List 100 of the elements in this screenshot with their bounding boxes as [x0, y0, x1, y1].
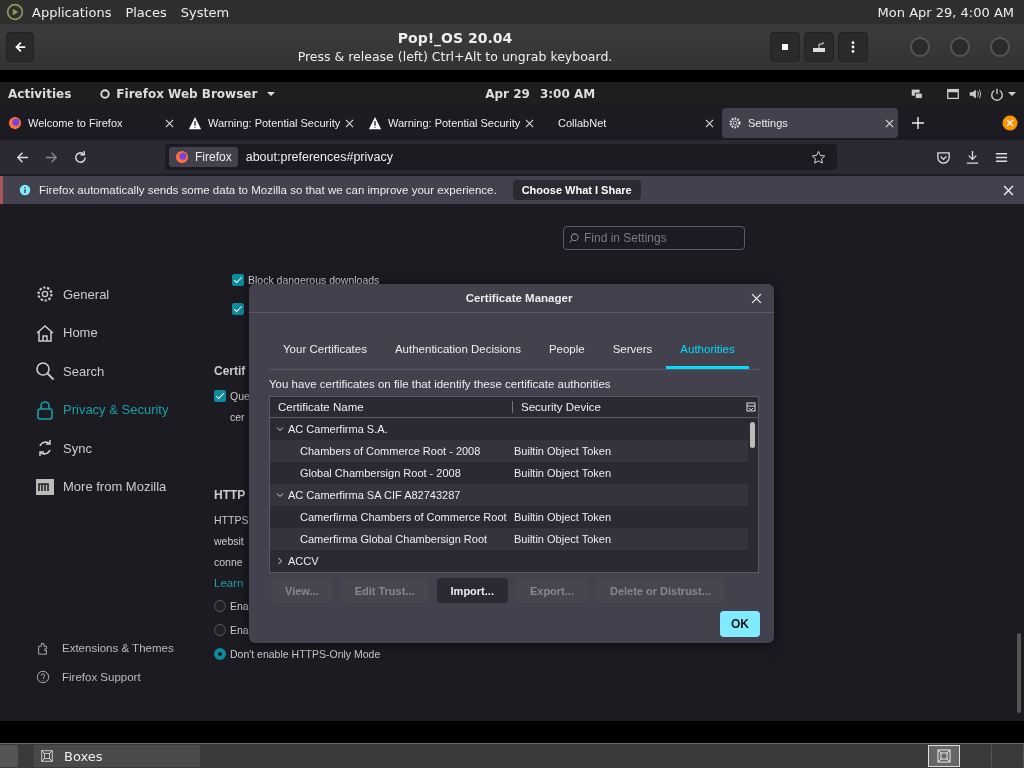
- close-icon[interactable]: [885, 118, 894, 128]
- home-icon: [35, 322, 55, 343]
- clock-date[interactable]: Apr 29: [485, 87, 530, 101]
- close-icon[interactable]: [705, 118, 714, 128]
- keyboard-icon: [811, 39, 827, 55]
- radio-button[interactable]: [214, 624, 226, 636]
- section-heading: Certif: [214, 364, 246, 378]
- app-menu[interactable]: Firefox Web Browser: [116, 87, 258, 101]
- taskbar-window-button[interactable]: Boxes: [34, 745, 200, 767]
- paragraph-line: HTTPS: [214, 513, 249, 528]
- close-icon[interactable]: [525, 118, 534, 128]
- new-tab-icon[interactable]: [912, 117, 924, 129]
- chevron-icon[interactable]: [276, 425, 284, 433]
- menu-button[interactable]: [838, 32, 868, 62]
- sidebar-link[interactable]: Extensions & Themes: [0, 633, 214, 662]
- browser-tab[interactable]: Warning: Potential Security: [362, 108, 538, 138]
- close-icon[interactable]: [751, 292, 762, 304]
- dialog-button[interactable]: Import...: [436, 578, 508, 603]
- table-cell-text: Camerfirma Chambers of Commerce Root: [299, 511, 508, 523]
- search-icon: [568, 232, 580, 244]
- column-header[interactable]: Security Device: [513, 401, 746, 413]
- sidebar-item[interactable]: General: [0, 275, 214, 314]
- browser-tab[interactable]: Welcome to Firefox: [2, 108, 178, 138]
- browser-tab[interactable]: Warning: Potential Security: [182, 108, 358, 138]
- scrollbar-thumb[interactable]: [750, 422, 755, 448]
- clock-time[interactable]: 3:00 AM: [539, 87, 696, 101]
- activities-button[interactable]: Activities: [8, 87, 72, 101]
- checkbox[interactable]: [232, 274, 244, 286]
- sidebar-label: Privacy & Security: [63, 402, 169, 418]
- panel-clock: Mon Apr 29, 4:00 AM: [877, 4, 1014, 20]
- table-cell-text: Camerfirma Global Chambersign Root: [299, 533, 489, 545]
- dialog-tab[interactable]: Authorities: [666, 331, 749, 369]
- panel-menu[interactable]: Applications: [32, 4, 112, 20]
- radio-label: Ena: [230, 622, 249, 638]
- paragraph-line: websit: [214, 534, 244, 549]
- sidebar-item[interactable]: Search: [0, 352, 214, 391]
- identity-badge[interactable]: Firefox: [169, 147, 238, 167]
- chevron-icon[interactable]: [276, 491, 284, 499]
- panel-menu[interactable]: System: [180, 4, 230, 20]
- table-cell: Builtin Object Token: [514, 533, 612, 545]
- power-icon[interactable]: [990, 87, 1004, 101]
- table-cell-text: Chambers of Commerce Root - 2008: [299, 445, 482, 457]
- close-icon[interactable]: [165, 118, 174, 128]
- paragraph-line: conne: [214, 555, 243, 570]
- close-icon[interactable]: [345, 118, 354, 128]
- sidebar-label: Search: [63, 363, 105, 379]
- reload-icon[interactable]: [73, 149, 88, 165]
- checkbox-label: Block dangerous downloads: [248, 273, 380, 288]
- table-cell-text: Global Chambersign Root - 2008: [299, 467, 462, 479]
- address-bar[interactable]: Firefox about:preferences#privacy: [165, 144, 837, 170]
- learn-more-link[interactable]: Learn: [214, 577, 244, 589]
- back-button[interactable]: [6, 32, 34, 62]
- taskbar-window-label: Boxes: [64, 748, 103, 764]
- sidebar-link[interactable]: Firefox Support: [0, 662, 214, 691]
- checkbox-label: cer: [230, 410, 245, 425]
- sidebar-item[interactable]: Sync: [0, 429, 214, 468]
- pocket-icon[interactable]: [936, 149, 951, 165]
- dialog-title: Certificate Manager: [465, 292, 573, 304]
- star-icon[interactable]: [811, 149, 826, 165]
- search-field[interactable]: Find in Settings: [563, 226, 745, 250]
- column-picker-icon[interactable]: [746, 402, 756, 412]
- info-icon: [19, 184, 31, 196]
- scrollbar-thumb[interactable]: [1017, 633, 1021, 713]
- radio-button[interactable]: [214, 600, 226, 612]
- keyboard-button[interactable]: [804, 32, 834, 62]
- dialog-tab[interactable]: Your Certificates: [269, 331, 381, 369]
- ok-button[interactable]: OK: [720, 611, 760, 637]
- network-icon[interactable]: [946, 87, 960, 101]
- logo-icon[interactable]: [6, 3, 24, 21]
- table-cell: AC Camerfirma SA CIF A82743287: [288, 489, 461, 501]
- sidebar-label: More from Mozilla: [63, 479, 167, 495]
- stop-button[interactable]: [770, 32, 800, 62]
- lock-icon: [35, 399, 55, 420]
- column-header[interactable]: Certificate Name: [270, 401, 513, 413]
- checkbox[interactable]: [232, 303, 244, 315]
- radio-button[interactable]: [214, 648, 226, 660]
- browser-tab[interactable]: Settings: [722, 108, 898, 138]
- volume-icon[interactable]: [968, 87, 982, 101]
- download-icon[interactable]: [965, 149, 980, 165]
- sidebar-item[interactable]: Home: [0, 313, 214, 352]
- dialog-tab[interactable]: People: [534, 331, 599, 369]
- close-icon[interactable]: [1003, 184, 1014, 196]
- window-title: Pop!_OS 20.04: [397, 30, 513, 46]
- account-icon[interactable]: [1002, 115, 1018, 131]
- checkbox[interactable]: [214, 390, 226, 402]
- puzzle-icon: [36, 640, 50, 655]
- dialog-tab[interactable]: Servers: [598, 331, 667, 369]
- sidebar-item[interactable]: Privacy & Security: [0, 390, 214, 429]
- dialog-tab[interactable]: Authentication Decisions: [380, 331, 535, 369]
- browser-tab[interactable]: CollabNet: [542, 108, 718, 138]
- display-icon[interactable]: [910, 87, 924, 101]
- tab-title: CollabNet: [558, 117, 608, 129]
- table-cell: Builtin Object Token: [514, 511, 612, 523]
- mozilla-icon: [35, 476, 55, 497]
- sidebar-label: General: [63, 286, 110, 302]
- choose-what-i-share-button[interactable]: Choose What I Share: [512, 180, 641, 200]
- sidebar-item[interactable]: More from Mozilla: [0, 467, 214, 506]
- gear-icon: [728, 116, 742, 130]
- panel-menu[interactable]: Places: [125, 4, 167, 20]
- chevron-icon[interactable]: [276, 557, 284, 565]
